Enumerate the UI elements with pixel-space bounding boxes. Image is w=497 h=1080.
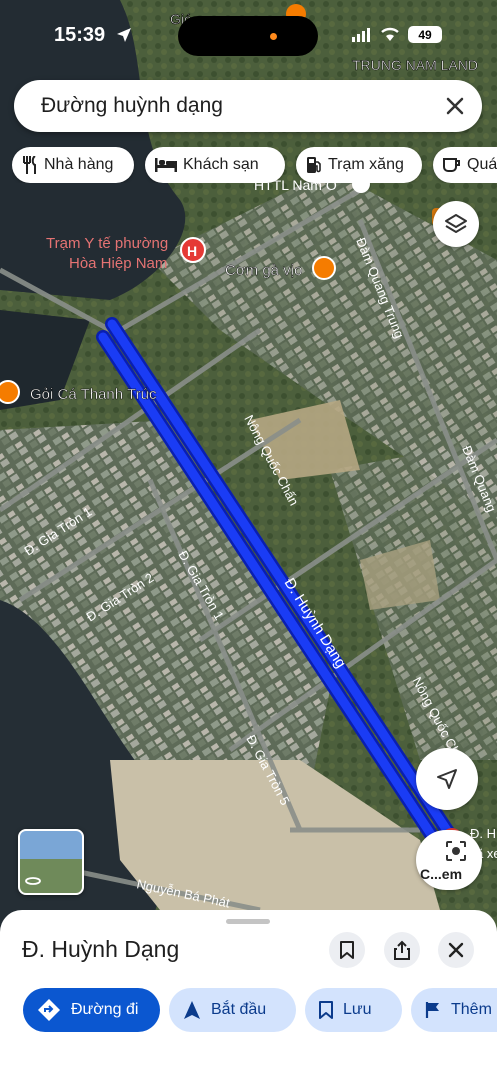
bookmark-icon (319, 1001, 333, 1019)
lens-label: C...em (420, 866, 463, 882)
restaurant-pin-icon (0, 380, 20, 404)
navigation-arrow-icon (184, 1001, 200, 1019)
lens-button[interactable]: C...em (416, 830, 482, 890)
bed-icon (155, 158, 177, 172)
poi-clinic-line2: Hòa Hiệp Nam (69, 255, 167, 272)
poi-com-ga: Cơm gà vịo (225, 262, 302, 279)
save-label: Lưu (343, 1001, 372, 1018)
directions-icon (38, 999, 60, 1021)
status-time: 15:39 (54, 24, 106, 46)
chip-cafes[interactable]: Quán (433, 147, 497, 183)
signal-icon (352, 27, 370, 42)
start-button[interactable]: Bắt đầu (169, 988, 296, 1032)
rotate-360-icon (25, 877, 41, 885)
my-location-button[interactable] (416, 748, 478, 810)
sheet-drag-handle[interactable] (226, 919, 270, 924)
recording-dot-icon (270, 33, 277, 40)
close-icon[interactable] (442, 93, 468, 119)
save-place-button[interactable]: Lưu (305, 988, 402, 1032)
battery-icon: 49 (408, 26, 442, 43)
add-label-button[interactable]: Thêm (411, 988, 497, 1032)
chip-label: Quán (467, 156, 497, 173)
bookmark-icon (340, 941, 354, 959)
camera-lens-icon (446, 841, 466, 861)
add-label-text: Thêm (451, 1001, 492, 1018)
place-title: Đ. Huỳnh Dạng (22, 936, 180, 962)
location-arrow-icon (117, 28, 131, 42)
close-icon (448, 942, 464, 958)
hospital-pin-icon[interactable]: H (180, 237, 206, 263)
directions-button[interactable]: Đường đi (23, 988, 160, 1032)
status-icons: 49 (352, 26, 442, 43)
search-bar[interactable]: Đường huỳnh dạng (14, 80, 482, 132)
svg-text:H: H (187, 243, 197, 259)
save-button[interactable] (329, 932, 365, 968)
navigation-arrow-icon (437, 769, 457, 789)
chip-restaurants[interactable]: Nhà hàng (12, 147, 134, 183)
flag-icon (425, 1002, 439, 1018)
restaurant-pin-icon (312, 256, 336, 280)
wifi-icon (381, 27, 399, 41)
chip-label: Trạm xăng (328, 156, 404, 173)
category-chips: Nhà hàng Khách sạn Trạm xăng Quán (12, 147, 497, 183)
start-label: Bắt đầu (211, 1001, 267, 1018)
chip-label: Khách sạn (183, 156, 259, 173)
chip-label: Nhà hàng (44, 156, 114, 173)
close-sheet-button[interactable] (438, 932, 474, 968)
poi-clinic-line1: Trạm Y tế phường (46, 235, 168, 252)
status-bar: 15:39 49 (0, 0, 497, 70)
gas-pump-icon (307, 157, 321, 173)
fork-knife-icon (23, 156, 36, 174)
chip-hotels[interactable]: Khách sạn (145, 147, 285, 183)
share-icon (394, 940, 410, 960)
search-input[interactable]: Đường huỳnh dạng (41, 94, 223, 118)
chip-gas-stations[interactable]: Trạm xăng (296, 147, 422, 183)
directions-label: Đường đi (71, 1001, 139, 1018)
street-view-thumbnail[interactable] (18, 829, 84, 895)
share-button[interactable] (384, 932, 420, 968)
layers-icon (445, 214, 467, 233)
layers-button[interactable] (433, 201, 479, 247)
coffee-cup-icon (443, 158, 460, 172)
dynamic-island (178, 16, 318, 56)
place-bottom-sheet[interactable]: Đ. Huỳnh Dạng Đường đi Bắt đầu Lưu Thêm (0, 910, 497, 1080)
poi-goi-ca: Gỏi Cá Thanh Trúc (30, 386, 157, 403)
